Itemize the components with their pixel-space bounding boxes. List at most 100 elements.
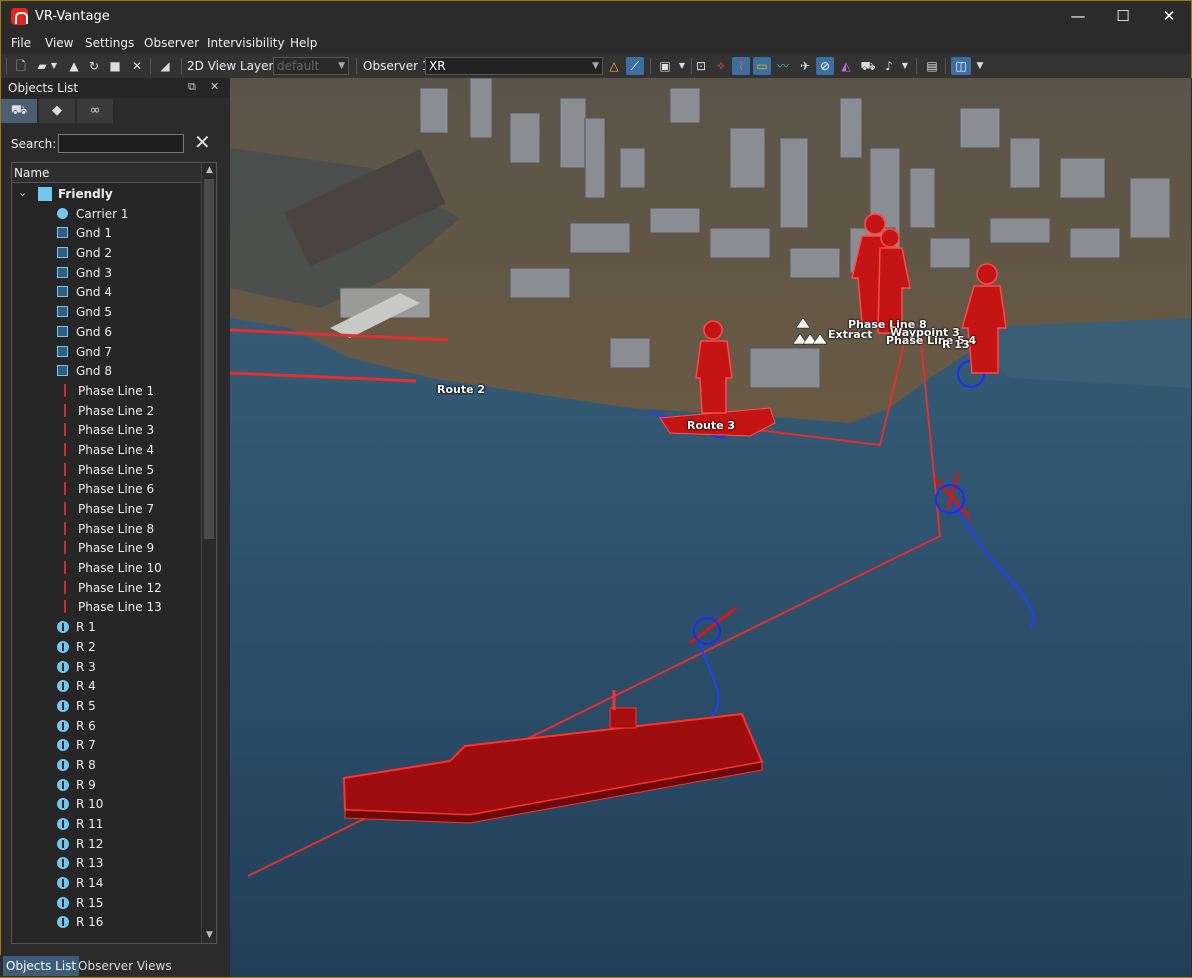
- menu-view[interactable]: View: [45, 36, 73, 50]
- tree-group-friendly[interactable]: ⌄ Friendly: [12, 184, 202, 204]
- tree-item-phase[interactable]: Phase Line 12: [12, 578, 202, 598]
- split-view-icon[interactable]: ◫: [951, 57, 971, 75]
- close-button[interactable]: ✕: [1146, 1, 1192, 33]
- tree-item-r[interactable]: R 8: [12, 755, 202, 775]
- close-scenario-icon[interactable]: ✕: [128, 57, 146, 75]
- tree-item-r[interactable]: R 5: [12, 696, 202, 716]
- tab-vehicles-icon[interactable]: ⛟: [1, 99, 37, 123]
- tree-item-label: Phase Line 10: [78, 561, 162, 576]
- tree-item-phase[interactable]: Phase Line 13: [12, 597, 202, 617]
- track-icon[interactable]: ⟋: [626, 57, 644, 75]
- tree-item-r[interactable]: R 2: [12, 637, 202, 657]
- search-input[interactable]: [58, 134, 184, 153]
- tree-item-r[interactable]: R 7: [12, 735, 202, 755]
- area-icon[interactable]: ▭: [753, 57, 771, 75]
- menu-help[interactable]: Help: [290, 36, 317, 50]
- tree-item-r[interactable]: R 16: [12, 912, 202, 932]
- menu-file[interactable]: File: [11, 36, 31, 50]
- scroll-up-icon[interactable]: ▲: [202, 163, 216, 178]
- refresh-icon[interactable]: ↻: [85, 57, 103, 75]
- tree-item-phase[interactable]: Phase Line 5: [12, 460, 202, 480]
- audio-icon[interactable]: ♪: [880, 57, 898, 75]
- scroll-down-icon[interactable]: ▼: [202, 928, 216, 943]
- panel-close-icon[interactable]: ✕: [210, 80, 219, 93]
- tree-item-phase[interactable]: Phase Line 3: [12, 420, 202, 440]
- scrollbar-thumb[interactable]: [204, 179, 214, 539]
- undock-icon[interactable]: ⧉: [188, 80, 196, 94]
- tree-item-r[interactable]: R 10: [12, 794, 202, 814]
- tree-item-r[interactable]: R 3: [12, 657, 202, 677]
- tab-observers-icon[interactable]: ∞: [77, 99, 113, 123]
- observer-select[interactable]: XR ▼: [425, 57, 603, 75]
- tab-graphics-icon[interactable]: ◆: [39, 99, 75, 123]
- tree-item-phase[interactable]: Phase Line 1: [12, 381, 202, 401]
- clear-search-icon[interactable]: ✕: [194, 131, 211, 153]
- minimize-button[interactable]: —: [1055, 1, 1101, 33]
- tree-item-r[interactable]: R 9: [12, 775, 202, 795]
- terrain-edit-icon[interactable]: ◢: [156, 57, 174, 75]
- pyramid-icon[interactable]: ◭: [837, 57, 855, 75]
- ground-unit-icon: [57, 266, 68, 278]
- tree-rows: ⌄ Friendly Carrier 1 Gnd 1 Gnd 2 Gnd 3 Gnd 4…: [12, 184, 202, 932]
- audio-dropdown-icon[interactable]: ▼: [900, 57, 910, 75]
- view-layer-select[interactable]: default ▼: [273, 57, 349, 75]
- tree-item-phase[interactable]: Phase Line 8: [12, 519, 202, 539]
- zoom-fit-icon[interactable]: ⊡: [692, 57, 710, 75]
- no-fly-icon[interactable]: ⊘: [816, 57, 834, 75]
- tab-observer-views[interactable]: Observer Views: [75, 956, 175, 976]
- tab-objects-list[interactable]: Objects List: [3, 956, 80, 976]
- expand-arrow-icon[interactable]: ⌄: [18, 186, 27, 199]
- menu-intervisibility[interactable]: Intervisibility: [207, 36, 285, 50]
- tree-item-r[interactable]: R 15: [12, 893, 202, 913]
- tree-item-gnd[interactable]: Gnd 8: [12, 361, 202, 381]
- tree-item-gnd[interactable]: Gnd 1: [12, 223, 202, 243]
- toolbar-separator: [945, 58, 946, 74]
- scene-viewport[interactable]: Route 2 Route 3 Phase Line 8 Waypoint 3 …: [230, 78, 1191, 977]
- tree-item-gnd[interactable]: Gnd 5: [12, 302, 202, 322]
- tree-item-gnd[interactable]: Gnd 2: [12, 243, 202, 263]
- menu-observer[interactable]: Observer: [144, 36, 199, 50]
- menu-settings[interactable]: Settings: [85, 36, 134, 50]
- tree-scrollbar[interactable]: ▲ ▼: [201, 163, 216, 943]
- tree-item-r[interactable]: R 13: [12, 853, 202, 873]
- app-logo-icon: [11, 8, 28, 25]
- tree-item-gnd[interactable]: Gnd 4: [12, 282, 202, 302]
- display-icon[interactable]: ▣: [656, 57, 674, 75]
- tree-item-r[interactable]: R 4: [12, 676, 202, 696]
- path-icon[interactable]: 〰: [774, 57, 792, 75]
- measure-icon[interactable]: ✧: [712, 57, 730, 75]
- open-dropdown-icon[interactable]: ▼: [49, 57, 59, 75]
- tree-item-phase[interactable]: Phase Line 4: [12, 440, 202, 460]
- new-file-icon[interactable]: 🗋: [12, 57, 30, 75]
- tree-item-gnd[interactable]: Gnd 6: [12, 322, 202, 342]
- layout-icon[interactable]: ▤: [923, 57, 941, 75]
- tree-item-gnd[interactable]: Gnd 3: [12, 263, 202, 283]
- tree-item-phase[interactable]: Phase Line 2: [12, 401, 202, 421]
- vehicle-icon[interactable]: ⛟: [859, 57, 877, 75]
- tree-item-label: Gnd 6: [76, 324, 112, 339]
- view-dropdown-icon[interactable]: ▼: [974, 57, 986, 75]
- terrain-icon[interactable]: ▲: [65, 57, 83, 75]
- tree-item-phase[interactable]: Phase Line 7: [12, 499, 202, 519]
- tree-item-phase[interactable]: Phase Line 9: [12, 538, 202, 558]
- tree-item-r[interactable]: R 1: [12, 617, 202, 637]
- column-header[interactable]: Name: [12, 163, 202, 183]
- route-point-icon: [57, 680, 69, 693]
- tree-item-phase[interactable]: Phase Line 6: [12, 479, 202, 499]
- tree-item-gnd[interactable]: Gnd 7: [12, 342, 202, 362]
- title-bar: VR-Vantage — ☐ ✕: [0, 0, 1192, 32]
- ground-unit-icon: [57, 247, 68, 259]
- tree-item-r[interactable]: R 6: [12, 716, 202, 736]
- tree-item-r[interactable]: R 11: [12, 814, 202, 834]
- tree-item-phase[interactable]: Phase Line 10: [12, 558, 202, 578]
- aircraft-icon[interactable]: ✈: [796, 57, 814, 75]
- observer-cone-icon[interactable]: △: [605, 57, 623, 75]
- tree-item-r[interactable]: R 12: [12, 834, 202, 854]
- tree-item-r[interactable]: R 14: [12, 873, 202, 893]
- route-icon[interactable]: ⌇: [732, 57, 750, 75]
- tree-item-carrier[interactable]: Carrier 1: [12, 204, 202, 224]
- tree-item-label: R 9: [76, 777, 96, 792]
- maximize-button[interactable]: ☐: [1100, 1, 1146, 33]
- display-dropdown-icon[interactable]: ▼: [677, 57, 687, 75]
- save-icon[interactable]: ■: [106, 57, 124, 75]
